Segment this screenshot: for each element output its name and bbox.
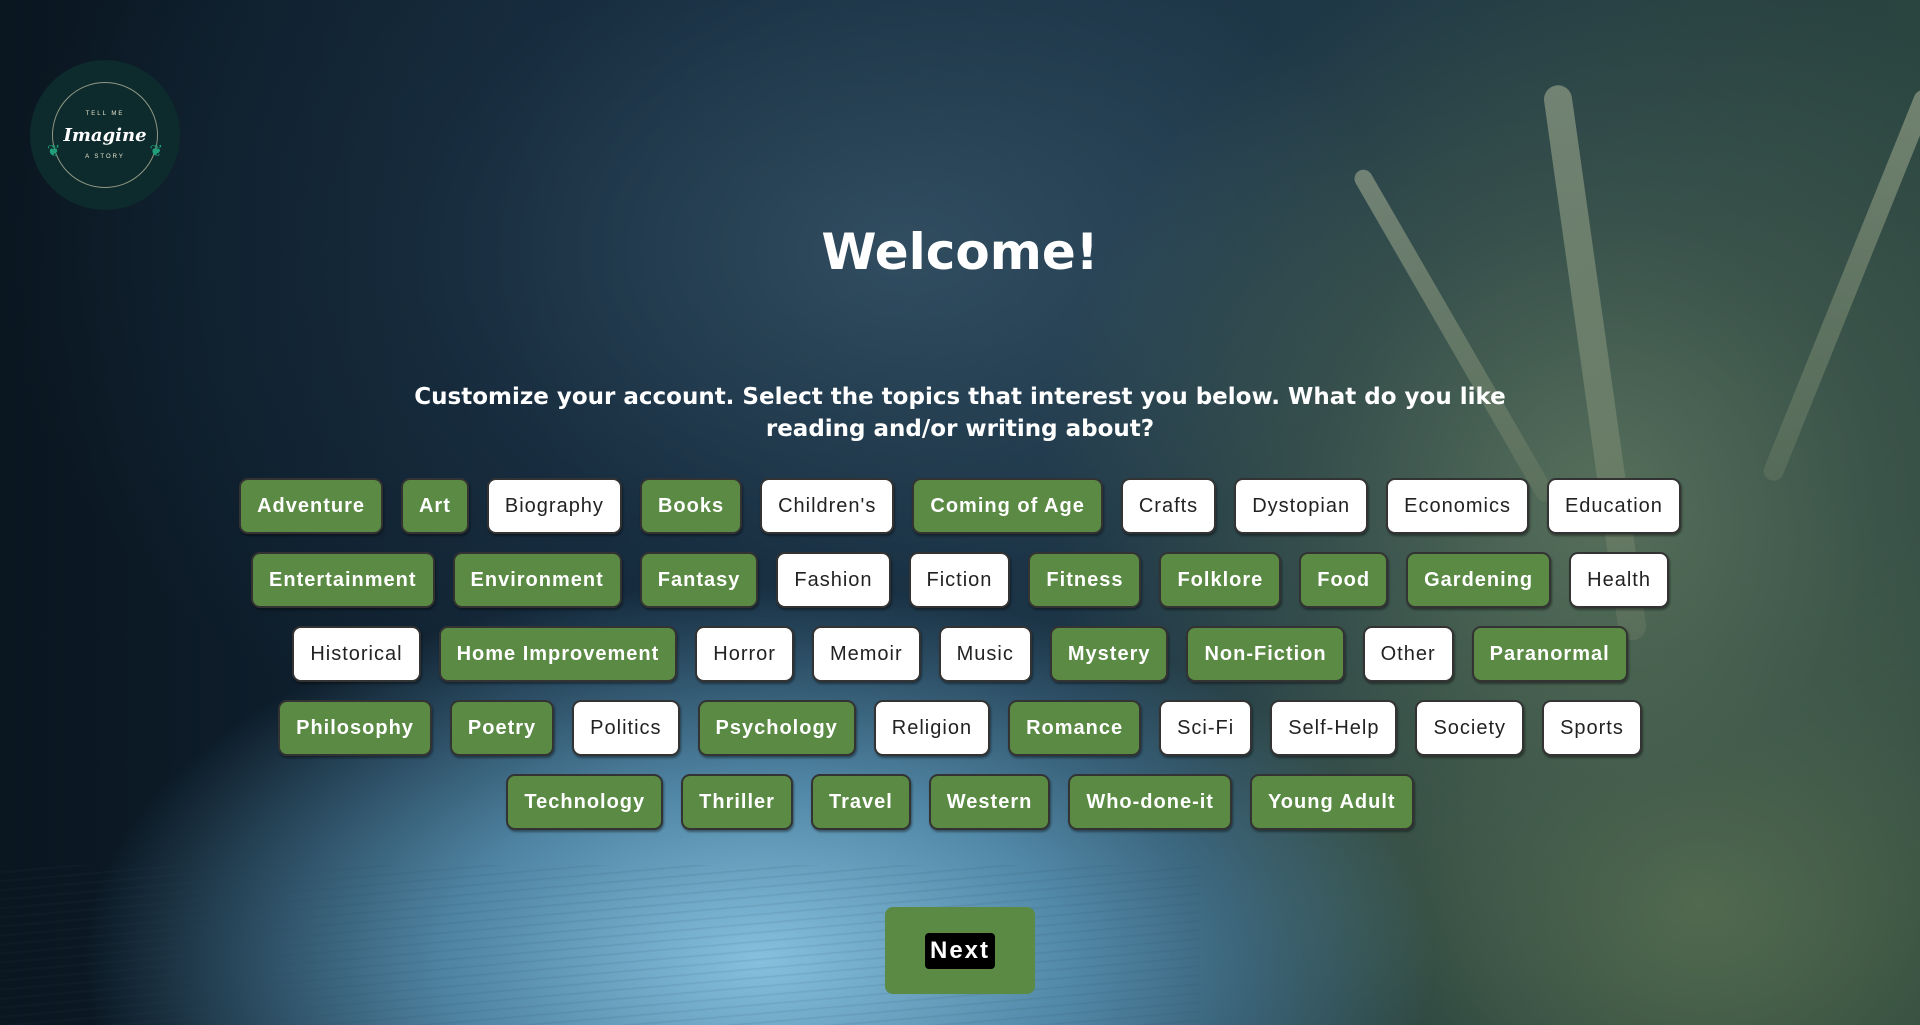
topic-tag-entertainment[interactable]: Entertainment xyxy=(251,552,435,608)
next-button[interactable]: Next xyxy=(885,907,1035,994)
topic-row: Entertainment Environment Fantasy Fashion Fi… xyxy=(0,552,1920,608)
topic-tag-romance[interactable]: Romance xyxy=(1008,700,1142,756)
topic-tag-health[interactable]: Health xyxy=(1569,552,1669,608)
logo-top-text: TELL ME xyxy=(85,110,125,117)
topic-tag-biography[interactable]: Biography xyxy=(486,478,622,534)
topic-tag-fitness[interactable]: Fitness xyxy=(1028,552,1142,608)
topic-tag-economics[interactable]: Economics xyxy=(1386,478,1529,534)
topic-tag-horror[interactable]: Horror xyxy=(695,626,794,682)
next-button-label: Next xyxy=(924,932,996,969)
topic-tag-young-adult[interactable]: Young Adult xyxy=(1249,774,1414,830)
topic-tag-fantasy[interactable]: Fantasy xyxy=(639,552,759,608)
topic-tag-folklore[interactable]: Folklore xyxy=(1159,552,1282,608)
topic-tag-adventure[interactable]: Adventure xyxy=(239,478,383,534)
topic-tag-education[interactable]: Education xyxy=(1546,478,1681,534)
tree-branch xyxy=(1760,86,1920,484)
logo-wordmark: Imagine xyxy=(63,124,147,146)
topic-tag-paranormal[interactable]: Paranormal xyxy=(1471,626,1628,682)
tree-branch xyxy=(1351,166,1557,505)
topic-row: Technology Thriller Travel Western Who-done-… xyxy=(0,774,1920,830)
topic-tag-sports[interactable]: Sports xyxy=(1542,700,1642,756)
logo-ring: ❦ ❦ TELL ME Imagine A STORY xyxy=(47,82,163,188)
topic-tag-environment[interactable]: Environment xyxy=(452,552,622,608)
topic-tag-western[interactable]: Western xyxy=(928,774,1051,830)
topic-tag-books[interactable]: Books xyxy=(639,478,743,534)
topic-tag-philosophy[interactable]: Philosophy xyxy=(278,700,432,756)
topic-row: Adventure Art Biography Books Children's Comi… xyxy=(0,478,1920,534)
topic-tag-music[interactable]: Music xyxy=(938,626,1032,682)
topic-tag-children-s[interactable]: Children's xyxy=(760,478,895,534)
topic-tag-psychology[interactable]: Psychology xyxy=(697,700,856,756)
topic-tag-coming-of-age[interactable]: Coming of Age xyxy=(912,478,1103,534)
leaf-icon: ❦ xyxy=(149,143,163,160)
topic-tag-who-done-it[interactable]: Who-done-it xyxy=(1068,774,1232,830)
topic-tag-art[interactable]: Art xyxy=(400,478,469,534)
topic-tag-self-help[interactable]: Self-Help xyxy=(1270,700,1398,756)
page-subtitle: Customize your account. Select the topic… xyxy=(414,384,1506,442)
topic-tag-thriller[interactable]: Thriller xyxy=(681,774,793,830)
topic-tag-religion[interactable]: Religion xyxy=(873,700,991,756)
topic-tag-politics[interactable]: Politics xyxy=(572,700,680,756)
topic-tag-poetry[interactable]: Poetry xyxy=(449,700,555,756)
topic-tag-technology[interactable]: Technology xyxy=(506,774,664,830)
topic-row: Philosophy Poetry Politics Psychology Religi… xyxy=(0,700,1920,756)
page-title: Welcome! xyxy=(821,223,1099,281)
topic-tag-sci-fi[interactable]: Sci-Fi xyxy=(1159,700,1253,756)
topic-tag-gardening[interactable]: Gardening xyxy=(1406,552,1552,608)
topic-tag-historical[interactable]: Historical xyxy=(292,626,421,682)
topic-tag-memoir[interactable]: Memoir xyxy=(811,626,921,682)
leaf-icon: ❦ xyxy=(47,143,61,160)
app-logo[interactable]: ❦ ❦ TELL ME Imagine A STORY xyxy=(30,60,180,210)
topic-tag-home-improvement[interactable]: Home Improvement xyxy=(438,626,678,682)
topic-tag-travel[interactable]: Travel xyxy=(810,774,911,830)
topic-row: Historical Home Improvement Horror Memoir Mu… xyxy=(0,626,1920,682)
topic-tag-other[interactable]: Other xyxy=(1362,626,1454,682)
topic-tag-mystery[interactable]: Mystery xyxy=(1049,626,1169,682)
topic-grid: Adventure Art Biography Books Children's Comi… xyxy=(0,478,1920,848)
logo-bottom-text: A STORY xyxy=(85,153,125,160)
topic-tag-crafts[interactable]: Crafts xyxy=(1120,478,1217,534)
topic-tag-society[interactable]: Society xyxy=(1415,700,1525,756)
topic-tag-food[interactable]: Food xyxy=(1299,552,1389,608)
topic-tag-fiction[interactable]: Fiction xyxy=(908,552,1011,608)
topic-tag-non-fiction[interactable]: Non-Fiction xyxy=(1186,626,1345,682)
topic-tag-fashion[interactable]: Fashion xyxy=(776,552,891,608)
topic-tag-dystopian[interactable]: Dystopian xyxy=(1234,478,1369,534)
